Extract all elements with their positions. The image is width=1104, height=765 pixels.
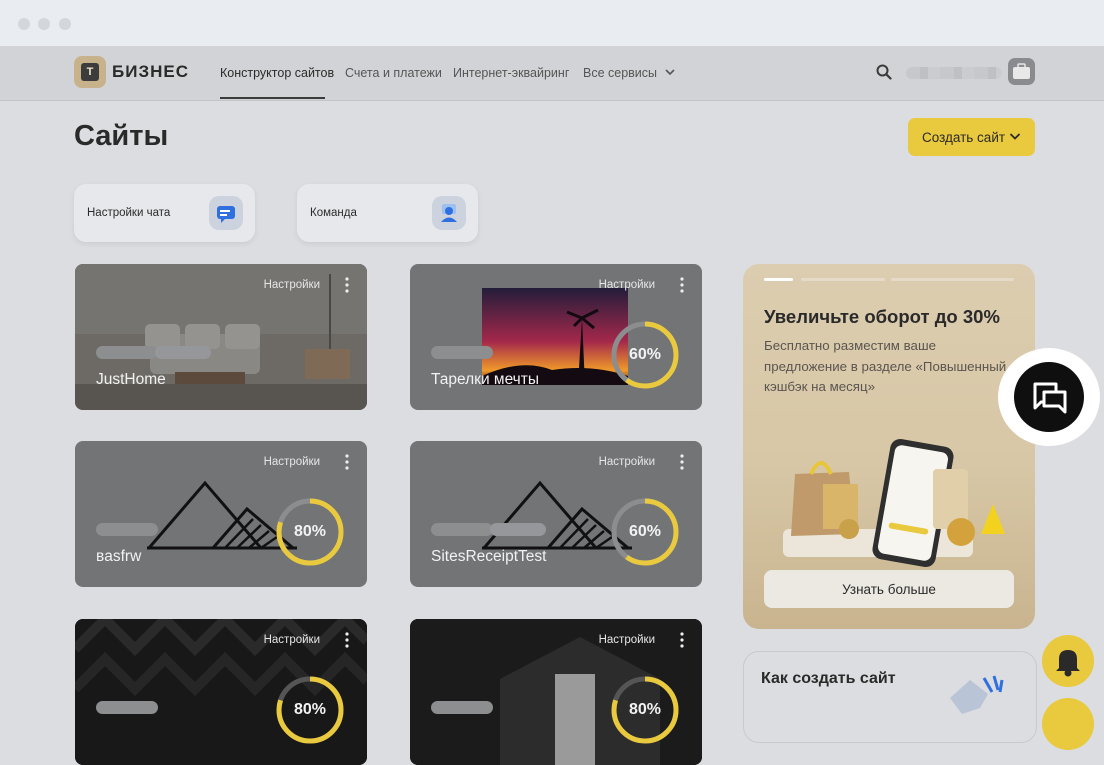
site-settings-link[interactable]: Настройки bbox=[599, 456, 655, 468]
top-header: Т БИЗНЕС Конструктор сайтов Счета и плат… bbox=[0, 46, 1104, 101]
site-card-sitesreceipttest[interactable]: Настройки 60% SitesReceiptTest bbox=[410, 441, 702, 587]
chat-button[interactable] bbox=[998, 348, 1100, 446]
more-vertical-icon[interactable] bbox=[680, 454, 684, 470]
progress-value: 80% bbox=[294, 701, 327, 718]
site-card-justhome[interactable]: Настройки JustHome bbox=[75, 264, 367, 410]
site-status-pill bbox=[431, 523, 493, 536]
more-vertical-icon[interactable] bbox=[680, 632, 684, 648]
site-card-6[interactable]: Настройки 80% bbox=[410, 619, 702, 765]
how-to-create-card[interactable]: Как создать сайт bbox=[743, 651, 1037, 743]
site-name: JustHome bbox=[96, 371, 166, 388]
logo-letter: Т bbox=[81, 63, 99, 81]
puzzle-icon bbox=[950, 675, 1004, 714]
briefcase-icon bbox=[1013, 63, 1030, 79]
progress-value: 80% bbox=[629, 701, 662, 718]
site-settings-link[interactable]: Настройки bbox=[264, 456, 320, 468]
how-to-title: Как создать сайт bbox=[761, 670, 896, 687]
promo-text: Бесплатно разместим ваше предложение в р… bbox=[764, 338, 1007, 394]
site-settings-link[interactable]: Настройки bbox=[264, 634, 320, 646]
carousel-indicator[interactable] bbox=[891, 278, 1014, 281]
window-zoom-dot[interactable] bbox=[59, 18, 71, 30]
create-site-label: Создать сайт bbox=[922, 129, 1006, 145]
team-icon bbox=[432, 196, 466, 230]
chat-icon bbox=[1033, 382, 1067, 414]
chat-settings-icon bbox=[209, 196, 243, 230]
learn-more-button[interactable]: Узнать больше bbox=[764, 570, 1014, 608]
chevron-down-icon bbox=[1009, 133, 1021, 140]
floating-action-button[interactable] bbox=[1042, 698, 1094, 750]
more-vertical-icon[interactable] bbox=[680, 277, 684, 293]
brand-name[interactable]: БИЗНЕС bbox=[112, 62, 189, 82]
site-status-pill bbox=[96, 701, 158, 714]
site-status-pill bbox=[155, 346, 211, 359]
promo-illustration bbox=[783, 438, 1005, 568]
chevron-down-icon bbox=[664, 69, 675, 76]
logo-icon[interactable]: Т bbox=[74, 56, 106, 88]
avatar[interactable] bbox=[1008, 58, 1035, 85]
more-vertical-icon[interactable] bbox=[345, 277, 349, 293]
carousel-indicator-active[interactable] bbox=[764, 278, 793, 281]
chat-settings-label: Настройки чата bbox=[87, 207, 171, 219]
notifications-button[interactable] bbox=[1042, 635, 1094, 687]
progress-value: 60% bbox=[629, 346, 662, 363]
user-name-blurred[interactable] bbox=[906, 67, 1002, 79]
site-card-plates[interactable]: Настройки 60% Тарелки мечты bbox=[410, 264, 702, 410]
page-title: Сайты bbox=[74, 120, 169, 152]
nav-accounts-payments[interactable]: Счета и платежи bbox=[345, 66, 442, 80]
window-close-dot[interactable] bbox=[18, 18, 30, 30]
site-settings-link[interactable]: Настройки bbox=[599, 634, 655, 646]
team-label: Команда bbox=[310, 207, 357, 219]
nav-internet-acquiring[interactable]: Интернет-эквайринг bbox=[453, 66, 569, 80]
bell-icon bbox=[1056, 650, 1080, 677]
progress-value: 80% bbox=[294, 523, 327, 540]
site-name: вasfrw bbox=[96, 548, 142, 565]
more-vertical-icon[interactable] bbox=[345, 632, 349, 648]
site-name: Тарелки мечты bbox=[431, 371, 539, 388]
more-vertical-icon[interactable] bbox=[345, 454, 349, 470]
create-site-button[interactable]: Создать сайт bbox=[908, 118, 1035, 156]
active-tab-underline bbox=[220, 97, 325, 99]
site-name: SitesReceiptTest bbox=[431, 548, 547, 565]
window-titlebar bbox=[0, 0, 1104, 46]
site-status-pill bbox=[431, 346, 493, 359]
site-settings-link[interactable]: Настройки bbox=[599, 279, 655, 291]
nav-all-services-label: Все сервисы bbox=[583, 66, 658, 80]
promo-banner: Увеличьте оборот до 30% Бесплатно размес… bbox=[743, 264, 1035, 629]
promo-title: Увеличьте оборот до 30% bbox=[764, 306, 1000, 327]
progress-value: 60% bbox=[629, 523, 662, 540]
site-card-basfrw[interactable]: Настройки 80% вasfrw bbox=[75, 441, 367, 587]
team-card[interactable]: Команда bbox=[297, 184, 478, 242]
site-status-pill bbox=[96, 523, 158, 536]
search-icon[interactable] bbox=[876, 64, 892, 80]
chat-settings-card[interactable]: Настройки чата bbox=[74, 184, 255, 242]
window-minimize-dot[interactable] bbox=[38, 18, 50, 30]
nav-all-services[interactable]: Все сервисы bbox=[583, 66, 675, 80]
site-status-pill bbox=[96, 346, 158, 359]
site-settings-link[interactable]: Настройки bbox=[264, 279, 320, 291]
chat-button-inner bbox=[1014, 362, 1084, 432]
nav-site-builder[interactable]: Конструктор сайтов bbox=[220, 66, 334, 80]
carousel-indicator[interactable] bbox=[801, 278, 885, 281]
site-status-pill bbox=[431, 701, 493, 714]
site-card-5[interactable]: Настройки 80% bbox=[75, 619, 367, 765]
site-status-pill bbox=[490, 523, 546, 536]
